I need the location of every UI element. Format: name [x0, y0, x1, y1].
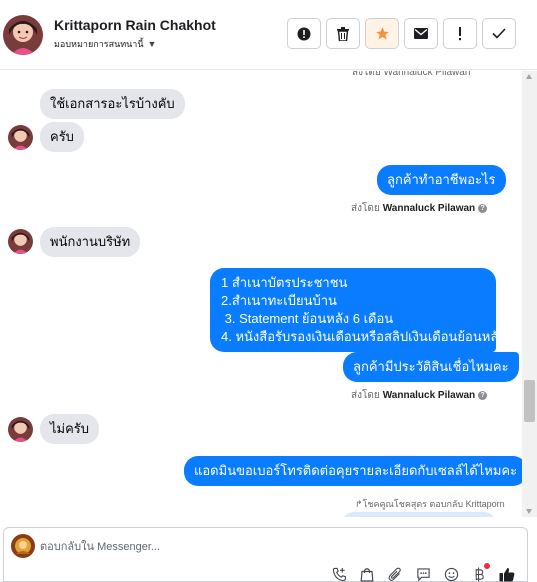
document-line: 4. หนังสือรับรองเงินเดือนหรือสลิปเงินเดื… [221, 329, 505, 344]
outgoing-message-partial [342, 512, 496, 517]
message-thread[interactable]: ส่งโดย Wannaluck Pilawan ใช้เอกสารอะไรบ้… [0, 71, 522, 517]
mark-done-button[interactable] [482, 18, 516, 49]
incoming-message[interactable]: ไม่ครับ [40, 414, 100, 444]
info-icon[interactable]: ? [478, 391, 488, 400]
spam-button[interactable] [287, 18, 321, 49]
contact-avatar-small [8, 417, 33, 442]
sent-by-label: ส่งโดย Wannaluck Pilawan ? [351, 388, 488, 403]
add-call-icon[interactable] [330, 566, 348, 582]
sent-by-label: ส่งโดย Wannaluck Pilawan ? [351, 201, 488, 216]
document-line: 2.สำเนาทะเบียนบ้าน [221, 293, 337, 308]
reply-note: ↱โชคคูณโชคสุดร ตอบกลับ Krittaporn [355, 499, 505, 509]
contact-name[interactable]: Krittaporn Rain Chakhot [54, 17, 216, 33]
sent-by-label-partial: ส่งโดย Wannaluck Pilawan [352, 71, 471, 78]
contact-avatar[interactable] [3, 15, 43, 55]
outgoing-message[interactable]: 1 สำเนาบัตรประชาชน 2.สำเนาทะเบียนบ้าน 3.… [210, 268, 505, 352]
mark-unread-button[interactable] [404, 18, 438, 49]
check-icon [492, 28, 506, 39]
scroll-down-arrow[interactable] [526, 509, 532, 514]
chat-scrollbar[interactable] [522, 71, 537, 517]
alert-circle-icon [297, 27, 311, 40]
scroll-thumb[interactable] [524, 380, 535, 422]
currency-icon[interactable] [470, 563, 490, 582]
follow-up-button[interactable] [443, 18, 477, 49]
conversation-header: Krittaporn Rain Chakhot มอบหมายการสนทนาน… [0, 0, 537, 70]
chevron-down-icon: ▼ [147, 39, 157, 49]
exclamation-icon [459, 26, 461, 40]
outgoing-message[interactable]: แอดมินขอเบอร์โทรติดต่อคุยรายละเอียดกับเซ… [184, 456, 522, 486]
assign-label: มอบหมายการสนทนานี้ [54, 39, 144, 49]
document-line: 3. Statement ย้อนหลัง 6 เดือน [221, 311, 394, 326]
outgoing-message[interactable]: ลูกค้ามีประวัติสินเชื่อไหมคะ [343, 352, 519, 382]
star-icon [375, 27, 389, 40]
star-button[interactable] [365, 18, 399, 49]
info-icon[interactable]: ? [478, 204, 488, 213]
like-icon[interactable] [498, 566, 516, 582]
document-line: 1 สำเนาบัตรประชาชน [221, 275, 348, 290]
conversation-toolbar [287, 18, 516, 49]
reply-input[interactable] [40, 538, 500, 556]
attachment-icon[interactable] [386, 566, 404, 582]
page-avatar [11, 534, 35, 558]
delete-button[interactable] [326, 18, 360, 49]
incoming-message[interactable]: พนักงานบริษัท [40, 227, 141, 257]
emoji-icon[interactable] [442, 566, 460, 582]
shopping-bag-icon[interactable] [358, 566, 376, 582]
composer-tools [330, 563, 516, 582]
notification-dot [484, 563, 490, 569]
reply-composer [3, 527, 528, 582]
incoming-message[interactable]: ครับ [40, 122, 84, 152]
contact-avatar-small [8, 125, 33, 150]
assign-conversation-dropdown[interactable]: มอบหมายการสนทนานี้ ▼ [54, 37, 156, 51]
saved-replies-icon[interactable] [414, 566, 432, 582]
incoming-message[interactable]: ใช้เอกสารอะไรบ้างคับ [40, 89, 185, 119]
scroll-up-arrow[interactable] [526, 74, 532, 79]
trash-icon [337, 26, 349, 41]
contact-avatar-small [8, 229, 33, 254]
envelope-icon [414, 28, 428, 39]
outgoing-message[interactable]: ลูกค้าทำอาชีพอะไร [377, 165, 506, 195]
